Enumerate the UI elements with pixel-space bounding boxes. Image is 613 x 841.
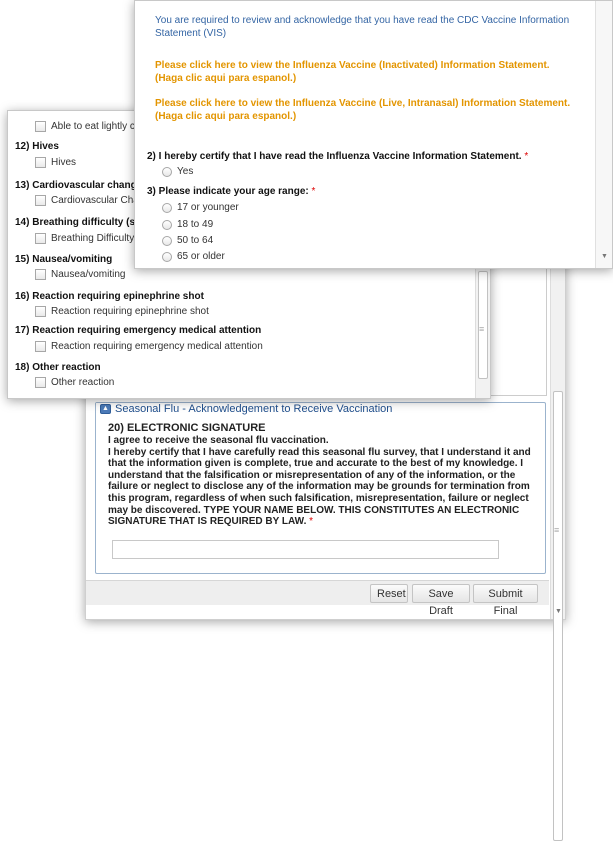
option-emergency[interactable]: Reaction requiring emergency medical att… xyxy=(35,341,263,352)
q18-label: 18) Other reaction xyxy=(15,362,101,373)
survey-window-top: You are required to review and acknowled… xyxy=(134,0,613,269)
q13-label: 13) Cardiovascular chang xyxy=(15,180,137,191)
required-marker: * xyxy=(524,151,529,162)
q15-label: 15) Nausea/vomiting xyxy=(15,254,113,265)
save-draft-button[interactable]: Save Draft xyxy=(412,584,470,617)
option-hives[interactable]: Hives xyxy=(35,157,76,168)
option-label: Breathing Difficulty ( xyxy=(51,233,141,244)
section-legend[interactable]: ▲ Seasonal Flu - Acknowledgement to Rece… xyxy=(96,403,397,415)
checkbox[interactable] xyxy=(35,341,46,352)
q16-label: 16) Reaction requiring epinephrine shot xyxy=(15,291,204,302)
option-breathing-difficulty[interactable]: Breathing Difficulty ( xyxy=(35,233,140,244)
checkbox[interactable] xyxy=(35,157,46,168)
electronic-signature-question: 20) ELECTRONIC SIGNATURE I agree to rece… xyxy=(108,422,538,528)
option-label: Reaction requiring emergency medical att… xyxy=(51,341,263,352)
scroll-grip-icon: ≡ xyxy=(554,525,560,535)
q3-label: 3) Please indicate your age range: * xyxy=(147,186,315,197)
radio-label: 65 or older xyxy=(177,251,225,262)
radio-label: 17 or younger xyxy=(177,202,239,213)
signature-input[interactable] xyxy=(112,540,499,559)
option-label: Cardiovascular Cha xyxy=(51,195,139,206)
checkbox[interactable] xyxy=(35,269,46,280)
vis-intro-text: You are required to review and acknowled… xyxy=(155,15,570,39)
option-nausea[interactable]: Nausea/vomiting xyxy=(35,269,125,280)
option-label: Nausea/vomiting xyxy=(51,269,126,280)
q20-body: I hereby certify that I have carefully r… xyxy=(108,447,538,528)
checkbox[interactable] xyxy=(35,306,46,317)
scroll-down-arrow-icon[interactable]: ▼ xyxy=(555,608,562,615)
radio-button[interactable] xyxy=(162,202,172,213)
radio-age-65-or-older[interactable]: 65 or older xyxy=(162,251,225,262)
option-label: Other reaction xyxy=(51,377,115,388)
submit-final-button[interactable]: Submit Final xyxy=(473,584,538,617)
q20-title: 20) ELECTRONIC SIGNATURE xyxy=(108,422,266,434)
q3-label-text: 3) Please indicate your age range: xyxy=(147,186,309,197)
section-title: Seasonal Flu - Acknowledgement to Receiv… xyxy=(115,403,393,415)
required-marker: * xyxy=(311,186,316,197)
radio-yes[interactable]: Yes xyxy=(162,166,193,177)
option-cardiovascular[interactable]: Cardiovascular Cha xyxy=(35,195,139,206)
scroll-down-arrow-icon[interactable]: ▼ xyxy=(601,253,608,260)
checkbox[interactable] xyxy=(35,377,46,388)
option-able-to-eat[interactable]: Able to eat lightly co xyxy=(35,121,141,132)
vis-live-intranasal-link[interactable]: Please click here to view the Influenza … xyxy=(155,98,575,123)
q17-label: 17) Reaction requiring emergency medical… xyxy=(15,325,262,336)
top-scrollbar[interactable]: ▼ xyxy=(595,1,612,268)
radio-age-18-to-49[interactable]: 18 to 49 xyxy=(162,219,213,230)
q20-body-text: I hereby certify that I have carefully r… xyxy=(108,446,531,528)
option-other-reaction[interactable]: Other reaction xyxy=(35,377,114,388)
q20-agree-line: I agree to receive the seasonal flu vacc… xyxy=(108,435,329,446)
checkbox[interactable] xyxy=(35,121,46,132)
option-label: Hives xyxy=(51,157,77,168)
radio-label: Yes xyxy=(177,166,194,177)
radio-button[interactable] xyxy=(162,235,172,246)
reset-button[interactable]: Reset xyxy=(370,584,408,603)
back-scrollbar-thumb[interactable] xyxy=(553,391,563,841)
collapse-toggle-icon[interactable]: ▲ xyxy=(100,404,111,414)
radio-button[interactable] xyxy=(162,251,172,262)
q2-label-text: 2) I hereby certify that I have read the… xyxy=(147,151,522,162)
option-epinephrine[interactable]: Reaction requiring epinephrine shot xyxy=(35,306,209,317)
vis-inactivated-link[interactable]: Please click here to view the Influenza … xyxy=(155,60,575,85)
scroll-grip-icon: ≡ xyxy=(479,324,485,334)
radio-label: 18 to 49 xyxy=(177,219,214,230)
required-marker: * xyxy=(309,516,314,528)
checkbox[interactable] xyxy=(35,233,46,244)
radio-button[interactable] xyxy=(162,166,172,177)
radio-button[interactable] xyxy=(162,219,172,230)
radio-label: 50 to 64 xyxy=(177,235,214,246)
checkbox[interactable] xyxy=(35,195,46,206)
option-label: Reaction requiring epinephrine shot xyxy=(51,306,209,317)
q14-label: 14) Breathing difficulty (s xyxy=(15,217,136,228)
radio-age-17-or-younger[interactable]: 17 or younger xyxy=(162,202,239,213)
q12-label: 12) Hives xyxy=(15,141,59,152)
radio-age-50-to-64[interactable]: 50 to 64 xyxy=(162,235,213,246)
option-label: Able to eat lightly co xyxy=(51,121,141,132)
q2-label: 2) I hereby certify that I have read the… xyxy=(147,151,528,162)
back-scrollbar[interactable]: ≡ ▼ xyxy=(550,251,565,841)
